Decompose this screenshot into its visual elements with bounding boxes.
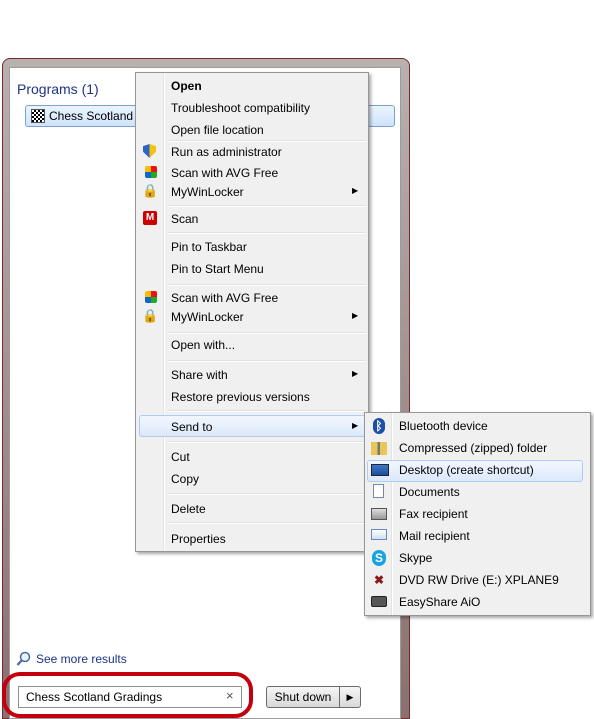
fax-icon: [371, 508, 387, 520]
menu-item-pin-to-start-menu[interactable]: Pin to Start Menu: [171, 259, 264, 279]
submenu-arrow-icon: ▶: [352, 311, 359, 320]
menu-separator: [168, 284, 366, 286]
submenu-gutter: [391, 413, 393, 615]
camera-icon: [371, 596, 387, 607]
see-more-results-label: See more results: [36, 652, 127, 666]
sendto-bluetooth-device[interactable]: Bluetooth device: [399, 416, 488, 436]
menu-item-scan-with-avg-2[interactable]: Scan with AVG Free: [171, 288, 278, 308]
menu-item-pin-to-taskbar[interactable]: Pin to Taskbar: [171, 237, 247, 257]
menu-item-mywinlocker-2[interactable]: MyWinLocker: [171, 307, 244, 327]
menu-item-restore-previous-versions[interactable]: Restore previous versions: [171, 387, 310, 407]
menu-item-scan[interactable]: Scan: [171, 209, 198, 229]
menu-item-open-file-location[interactable]: Open file location: [171, 120, 264, 140]
magnifier-icon: [16, 651, 31, 666]
desktop-icon: [371, 464, 389, 476]
submenu-arrow-icon: ▶: [352, 369, 359, 378]
menu-item-open[interactable]: Open: [171, 76, 202, 96]
menu-item-delete[interactable]: Delete: [171, 499, 206, 519]
menu-separator: [168, 232, 366, 234]
sendto-documents[interactable]: Documents: [399, 482, 460, 502]
menu-separator: [168, 360, 366, 362]
shutdown-button[interactable]: Shut down: [266, 686, 340, 708]
menu-separator: [168, 410, 366, 412]
menu-separator: [168, 205, 366, 207]
zip-folder-icon: [371, 442, 387, 455]
menu-item-run-as-administrator[interactable]: Run as administrator: [171, 142, 282, 162]
avg-icon: [145, 166, 157, 178]
mywinlocker-icon: 🔒: [142, 183, 159, 198]
menu-item-open-with[interactable]: Open with...: [171, 335, 235, 355]
menu-item-share-with[interactable]: Share with: [171, 365, 228, 385]
sendto-desktop-shortcut[interactable]: Desktop (create shortcut): [399, 460, 534, 480]
skype-icon: S: [372, 550, 386, 566]
see-more-results-link[interactable]: See more results: [16, 651, 127, 667]
menu-item-cut[interactable]: Cut: [171, 447, 190, 467]
bluetooth-icon: ᛒ: [373, 418, 385, 434]
menu-item-mywinlocker[interactable]: MyWinLocker: [171, 182, 244, 202]
menu-separator: [168, 332, 366, 334]
menu-item-scan-with-avg[interactable]: Scan with AVG Free: [171, 163, 278, 183]
sendto-mail-recipient[interactable]: Mail recipient: [399, 526, 470, 546]
menu-item-troubleshoot-compatibility[interactable]: Troubleshoot compatibility: [171, 98, 310, 118]
menu-separator: [168, 441, 366, 443]
menu-item-properties[interactable]: Properties: [171, 529, 226, 549]
menu-separator: [168, 493, 366, 495]
submenu-arrow-icon: ▶: [352, 421, 359, 430]
menu-separator: [168, 522, 366, 524]
mail-icon: [371, 529, 387, 540]
documents-icon: [373, 484, 384, 498]
menu-item-send-to[interactable]: Send to: [171, 417, 212, 437]
menu-item-copy[interactable]: Copy: [171, 469, 199, 489]
chessboard-icon: [31, 109, 45, 123]
mcafee-icon: M: [143, 211, 157, 225]
submenu-arrow-icon: ▶: [352, 186, 359, 195]
avg-icon: [145, 291, 157, 303]
mywinlocker-icon: 🔒: [142, 308, 159, 323]
dvd-drive-icon: ✖: [373, 573, 385, 587]
sendto-easyshare[interactable]: EasyShare AiO: [399, 592, 480, 612]
programs-heading: Programs (1): [17, 81, 99, 97]
program-result-label: Chess Scotland G: [49, 109, 146, 123]
context-menu-gutter: [163, 73, 165, 551]
sendto-skype[interactable]: Skype: [399, 548, 432, 568]
sendto-dvd-drive[interactable]: DVD RW Drive (E:) XPLANE9: [399, 570, 559, 590]
sendto-fax-recipient[interactable]: Fax recipient: [399, 504, 468, 524]
shutdown-options-arrow-button[interactable]: ▶: [340, 686, 361, 708]
sendto-compressed-folder[interactable]: Compressed (zipped) folder: [399, 438, 547, 458]
red-highlight-annotation: [2, 672, 253, 718]
